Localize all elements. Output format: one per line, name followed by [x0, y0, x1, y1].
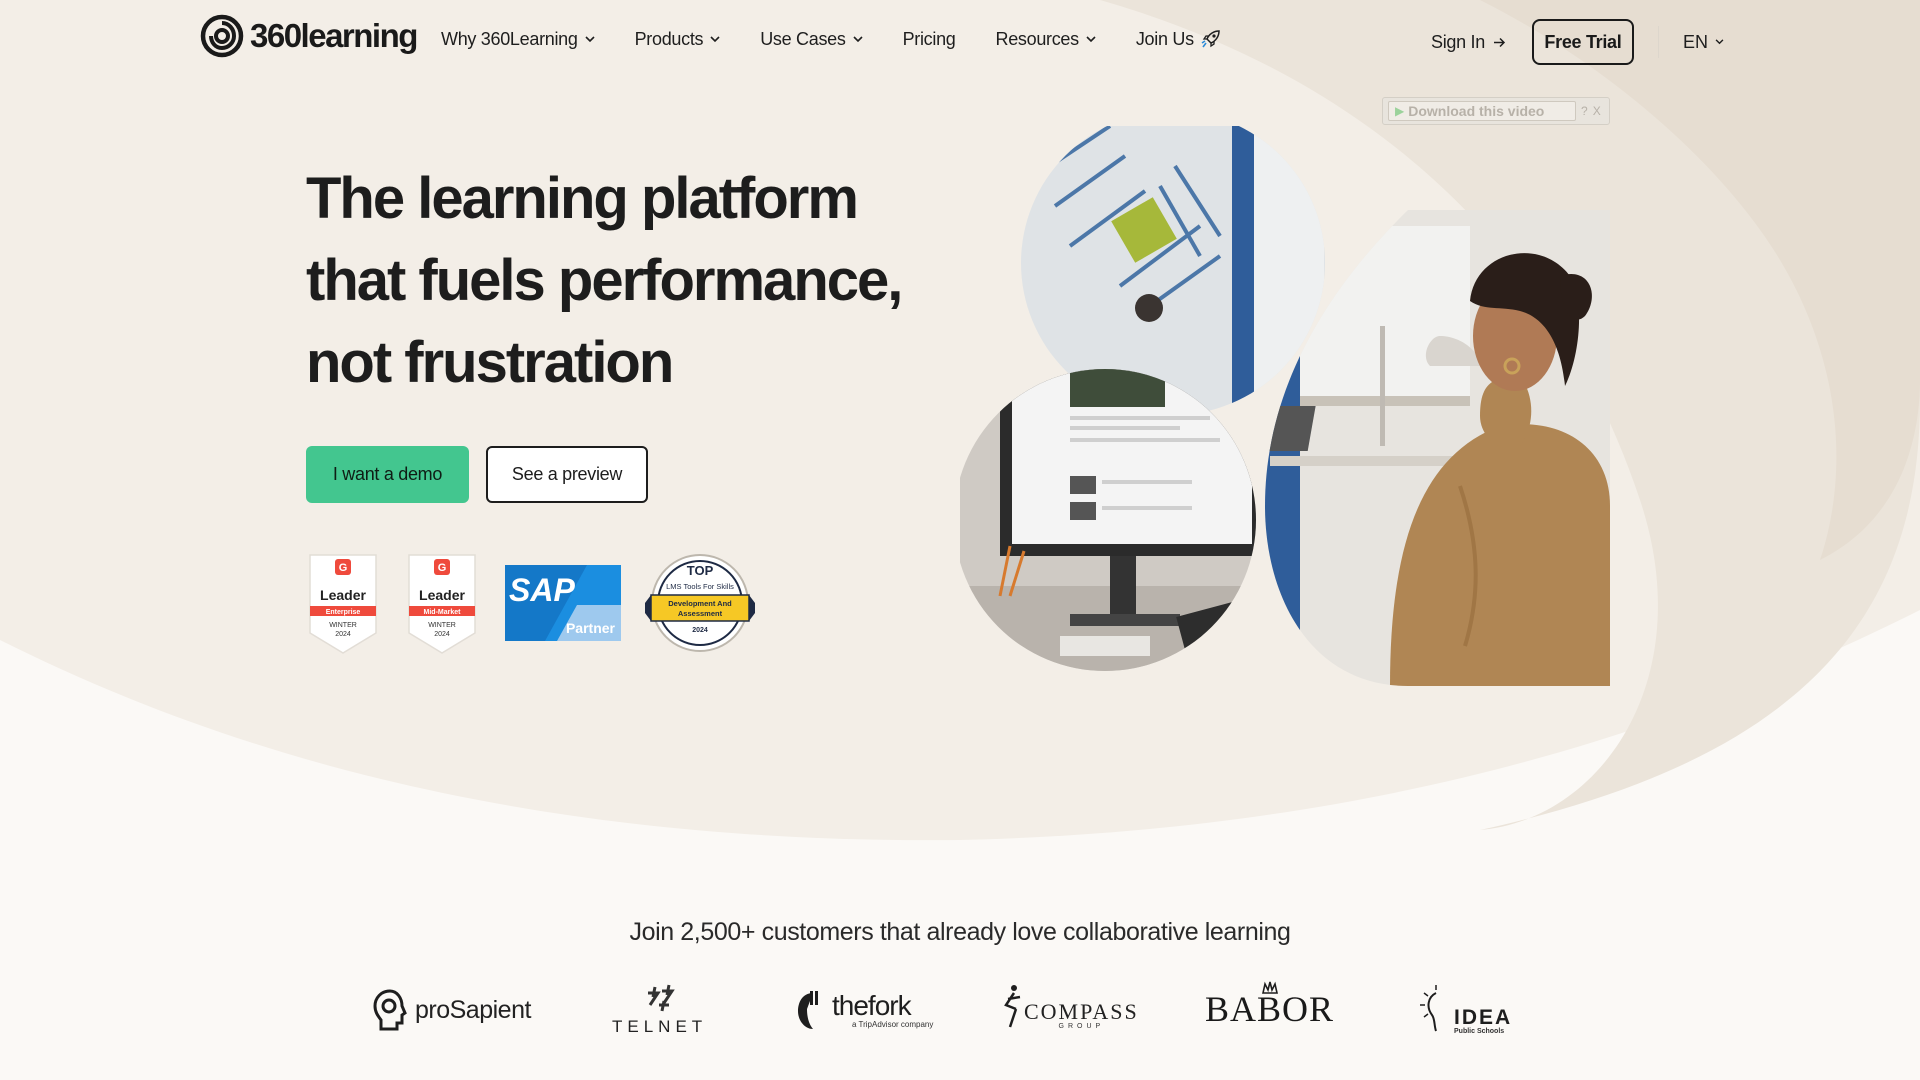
download-video-button[interactable]: ▶ Download this video	[1388, 101, 1576, 121]
telnet-mark-icon	[647, 984, 675, 1012]
nav-item-label: Join Us	[1135, 28, 1194, 49]
compass-figure-icon	[1004, 985, 1021, 1028]
badge-segment: Enterprise	[326, 609, 361, 616]
chevron-down-icon	[710, 35, 720, 42]
badge-title: Leader	[320, 587, 366, 603]
nav-item-label: Products	[634, 28, 704, 49]
top-navigation: 360learning Why 360Learning Products Use…	[0, 0, 1920, 86]
nav-item-use-cases[interactable]: Use Cases	[760, 28, 863, 50]
award-top: TOP	[687, 563, 714, 578]
customer-logo-telnet: TELNET	[612, 983, 707, 1037]
customer-logos: proSapient TELNET thefork a TripAdvisor …	[0, 975, 1920, 1045]
award-line: LMS Tools For Skills	[666, 582, 734, 591]
customer-logo-text: thefork	[832, 989, 912, 1021]
customer-logo-subtext: Public Schools	[1454, 1028, 1505, 1035]
help-icon[interactable]: ?	[1581, 104, 1588, 118]
hero-photo-collage	[960, 126, 1610, 686]
nav-item-label: Pricing	[902, 28, 956, 49]
customer-logo-text: IDEA	[1454, 1006, 1513, 1029]
badge-segment: Mid-Market	[424, 609, 462, 616]
top-lms-award-badge: TOP LMS Tools For Skills Development And…	[645, 554, 755, 652]
award-badges: G Leader Enterprise WINTER 2024 G Leader…	[306, 553, 766, 663]
main-menu: Why 360Learning Products Use Cases Prici…	[441, 28, 1262, 50]
award-line: Assessment	[678, 609, 723, 618]
badge-title: Leader	[419, 587, 465, 603]
customer-logo-subtext: GROUP	[1058, 1022, 1105, 1030]
badge-season: WINTER	[329, 622, 357, 629]
hero-title: The learning platform that fuels perform…	[306, 158, 946, 404]
svg-text:G: G	[339, 562, 348, 574]
nav-actions: Sign In Free Trial EN	[1431, 19, 1724, 65]
hero-title-line: not frustration	[306, 330, 674, 395]
free-trial-button[interactable]: Free Trial	[1531, 19, 1634, 65]
nav-item-pricing[interactable]: Pricing	[903, 29, 956, 50]
award-year: 2024	[692, 627, 708, 634]
award-line: Development And	[668, 599, 732, 608]
prosapient-head-icon	[373, 989, 407, 1031]
badge-year: 2024	[434, 631, 450, 638]
language-label: EN	[1682, 31, 1708, 52]
arrow-right-icon	[1493, 37, 1506, 47]
sap-partner-label: Partner	[566, 620, 616, 636]
chevron-down-icon	[1715, 39, 1724, 45]
customer-logo-text: TELNET	[612, 1017, 708, 1036]
sap-partner-badge: SAP Partner	[505, 565, 621, 641]
sign-in-link[interactable]: Sign In	[1431, 32, 1506, 53]
video-download-bar: ▶ Download this video ? X	[1382, 97, 1610, 125]
download-video-label: Download this video	[1408, 103, 1545, 119]
badge-season: WINTER	[428, 622, 456, 629]
brand-logo[interactable]: 360learning	[200, 14, 418, 58]
language-selector[interactable]: EN	[1683, 32, 1724, 53]
g2-leader-mid-market-badge: G Leader Mid-Market WINTER 2024	[408, 554, 476, 654]
chevron-down-icon	[585, 35, 595, 42]
svg-text:G: G	[438, 562, 447, 574]
play-icon: ▶	[1395, 104, 1405, 118]
request-demo-button[interactable]: I want a demo	[306, 446, 469, 503]
customer-logo-subtext: a TripAdvisor company	[852, 1019, 934, 1029]
hero-title-line: that fuels performance,	[306, 248, 903, 313]
nav-item-label: Resources	[995, 28, 1080, 49]
badge-year: 2024	[335, 631, 351, 638]
idea-bulb-icon	[1420, 985, 1437, 1032]
nav-item-products[interactable]: Products	[635, 29, 721, 50]
g2-leader-enterprise-badge: G Leader Enterprise WINTER 2024	[309, 554, 377, 654]
customer-logo-text: proSapient	[415, 995, 531, 1024]
nav-item-label: Use Cases	[760, 28, 846, 49]
sign-in-label: Sign In	[1431, 31, 1485, 52]
customers-heading: Join 2,500+ customers that already love …	[629, 918, 1291, 946]
customer-logo-compass: COMPASS GROUP	[1000, 983, 1139, 1033]
customer-logo-babor: BABOR	[1205, 981, 1334, 1027]
rocket-icon	[1201, 30, 1220, 48]
brand-name: 360learning	[250, 17, 418, 54]
sap-wordmark: SAP	[509, 572, 575, 608]
customer-logo-text: BABOR	[1205, 989, 1335, 1029]
customer-logo-prosapient: proSapient	[373, 989, 531, 1031]
chevron-down-icon	[853, 35, 863, 42]
nav-divider	[1657, 26, 1659, 58]
customer-logo-idea: IDEA Public Schools	[1420, 985, 1512, 1037]
customer-logo-thefork: thefork a TripAdvisor company	[796, 989, 933, 1031]
nav-item-join-us[interactable]: Join Us	[1136, 28, 1222, 50]
close-icon[interactable]: X	[1593, 104, 1601, 118]
hero-title-line: The learning platform	[306, 166, 859, 231]
customer-logo-text: COMPASS	[1024, 998, 1139, 1024]
hero-cta-group: I want a demo See a preview	[306, 446, 648, 503]
see-preview-button[interactable]: See a preview	[486, 446, 648, 503]
thefork-icon	[798, 991, 818, 1029]
360learning-logo-icon	[200, 14, 244, 58]
nav-item-why-360learning[interactable]: Why 360Learning	[441, 29, 595, 50]
chevron-down-icon	[1086, 35, 1096, 42]
nav-item-label: Why 360Learning	[441, 28, 578, 49]
nav-item-resources[interactable]: Resources	[996, 29, 1096, 50]
